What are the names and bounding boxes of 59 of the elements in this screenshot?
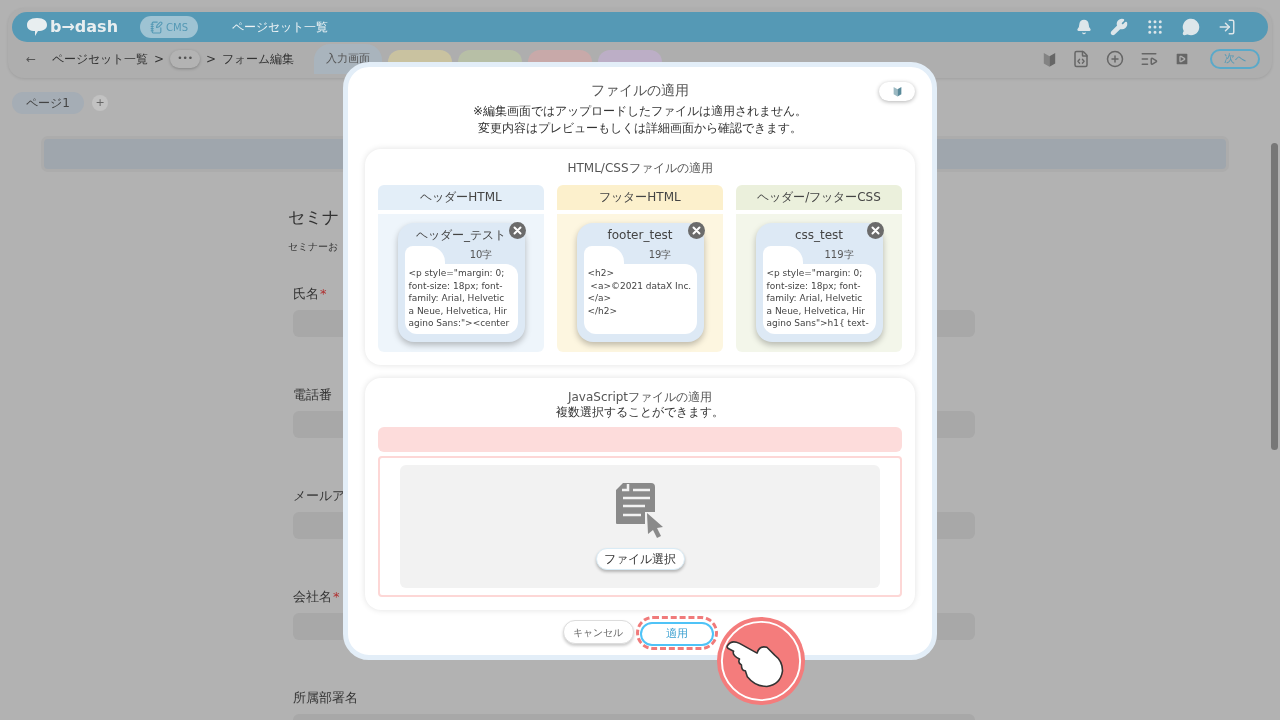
breadcrumb-separator: >	[206, 51, 217, 68]
close-icon[interactable]	[508, 222, 526, 239]
scrollbar[interactable]	[1271, 143, 1278, 450]
file-cursor-icon	[615, 482, 665, 539]
list-icon[interactable]	[1140, 50, 1158, 68]
field-label: 氏名*	[293, 285, 327, 303]
help-button[interactable]	[879, 82, 915, 101]
dialog-note: 変更内容はプレビューもしくは詳細画面から確認できます。	[478, 120, 802, 137]
close-icon[interactable]	[866, 222, 884, 239]
file-name: footer_test	[606, 229, 674, 242]
dialog-title: ファイルの適用	[591, 81, 689, 100]
cancel-button[interactable]: キャンセル	[562, 620, 634, 644]
breadcrumb-current: フォーム編集	[222, 51, 295, 68]
section-title: JavaScriptファイルの適用	[566, 389, 714, 405]
field-label: 会社名*	[293, 588, 340, 606]
apply-button[interactable]: 適用	[639, 622, 714, 647]
leaf-mark-icon	[892, 86, 902, 97]
section-subtitle: 複数選択することができます。	[555, 405, 725, 420]
character-count: 10字	[468, 248, 494, 262]
close-icon[interactable]	[687, 222, 705, 239]
bell-icon[interactable]	[1076, 19, 1092, 35]
leaf-mark-icon	[1043, 50, 1056, 68]
more-button[interactable]: •••	[170, 50, 201, 68]
drop-zone[interactable]: ファイル選択	[378, 456, 902, 597]
file-icon[interactable]	[1072, 50, 1090, 68]
breadcrumb-link[interactable]: ページセット一覧	[52, 50, 149, 68]
character-count: 119字	[823, 248, 855, 262]
code-preview: <p style="margin: 0; font-size: 18px; font- family: Arial, Helvetic a Neue, Helvetica, Hir agino Sans:"><center	[404, 264, 518, 334]
section-title: HTML/CSSファイルの適用	[566, 160, 714, 176]
field-label: 電話番	[293, 386, 332, 404]
column-heading: ヘッダー/フッターCSS	[736, 185, 902, 210]
chat-icon[interactable]	[1182, 18, 1200, 36]
file-name: ヘッダー_テスト	[415, 229, 507, 242]
notepad-icon	[150, 20, 164, 34]
column-heading: ヘッダーHTML	[378, 185, 544, 210]
breadcrumb-separator: >	[154, 51, 165, 68]
logout-icon[interactable]	[1218, 18, 1236, 36]
add-icon[interactable]	[1106, 50, 1124, 68]
column-heading: フッターHTML	[557, 185, 723, 210]
page-title: ページセット一覧	[232, 19, 328, 36]
dialog-note: ※編集画面ではアップロードしたファイルは適用されません。	[472, 103, 808, 120]
logo: b→dash	[50, 16, 119, 38]
file-select-button[interactable]: ファイル選択	[595, 548, 685, 570]
back-arrow[interactable]: ←	[26, 50, 37, 68]
add-page-button[interactable]: +	[92, 95, 108, 111]
code-preview: <p style="margin: 0; font-size: 18px; font- family: Arial, Helvetic a Neue, Helvetica, Hir agino Sans">h1{ text-	[762, 264, 876, 334]
file-name: css_test	[793, 229, 845, 242]
form-description: セミナーお	[288, 240, 338, 254]
code-preview: <h2> <a>©2021 dataX Inc. </a> </h2>	[583, 264, 697, 334]
page-tab[interactable]: ページ1	[12, 92, 84, 114]
form-title: セミナ	[288, 206, 339, 229]
character-count: 19字	[647, 248, 673, 262]
play-icon[interactable]	[1174, 51, 1190, 67]
speech-bubble-icon	[26, 17, 48, 37]
wrench-icon[interactable]	[1110, 18, 1128, 36]
field-label: 所属部署名	[293, 689, 358, 707]
cms-label: CMS	[166, 20, 188, 35]
field-label: メールア	[293, 487, 345, 505]
grid-icon[interactable]	[1146, 18, 1164, 36]
